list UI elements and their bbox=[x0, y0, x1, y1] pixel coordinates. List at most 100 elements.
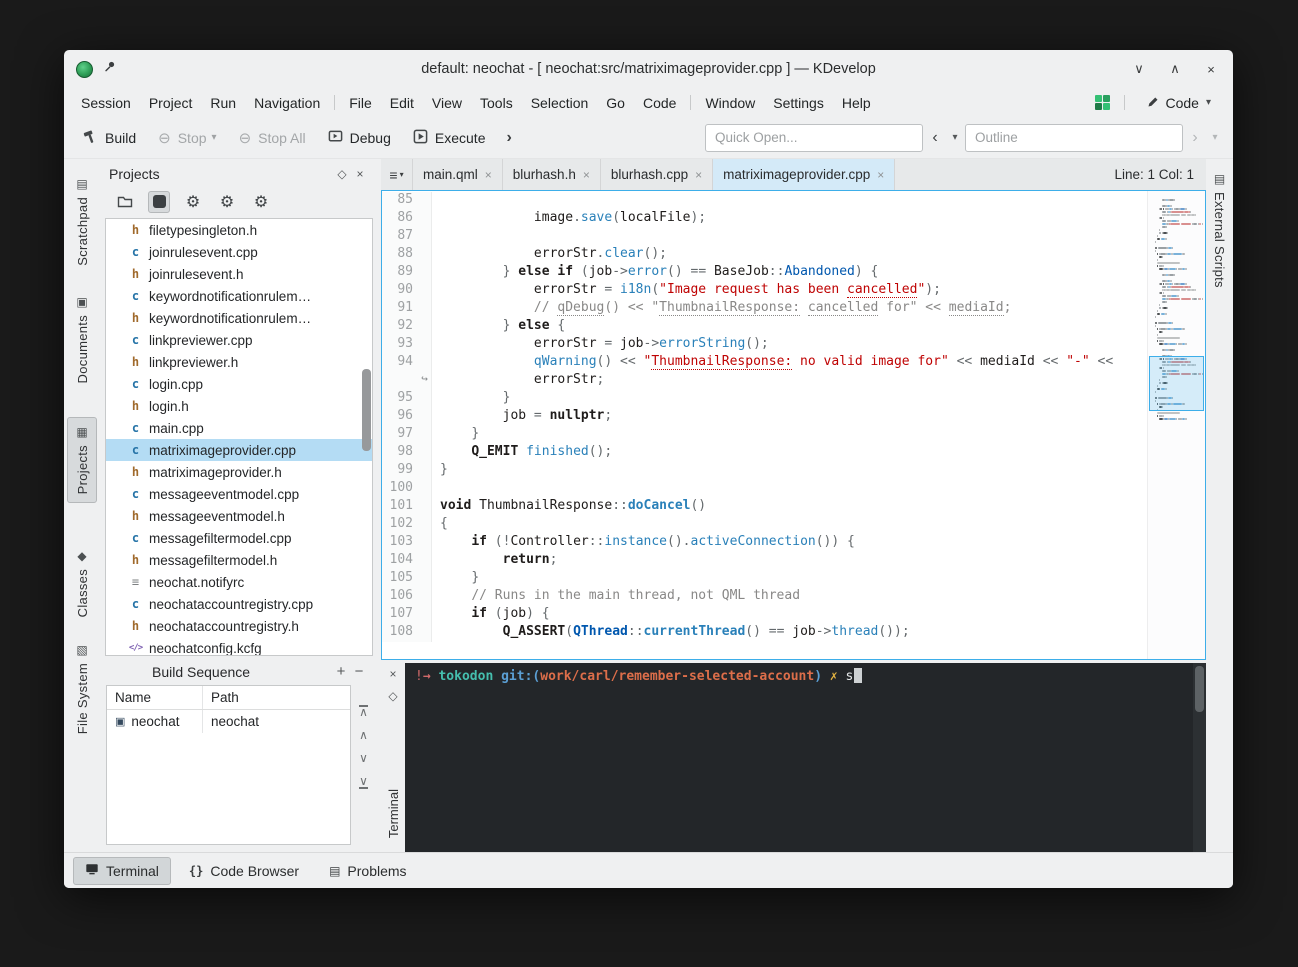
document-switcher-icon[interactable]: ≡▾ bbox=[381, 159, 413, 190]
titlebar[interactable]: default: neochat - [ neochat:src/matrixi… bbox=[64, 50, 1233, 88]
column-header-name[interactable]: Name bbox=[107, 686, 203, 709]
editor-tab-main-qml[interactable]: main.qml× bbox=[413, 159, 503, 190]
working-area-button[interactable]: Code ▾ bbox=[1139, 93, 1220, 113]
file-tree-item[interactable]: hmessageeventmodel.h bbox=[106, 505, 372, 527]
nav-back-icon[interactable]: ‹ bbox=[925, 129, 945, 147]
quick-open-input[interactable] bbox=[705, 124, 923, 152]
dock-tab-projects[interactable]: ▦Projects bbox=[67, 417, 97, 503]
minimap-line bbox=[1155, 304, 1198, 306]
code-editor[interactable]: 8586 image.save(localFile);8788 errorStr… bbox=[381, 190, 1206, 660]
menu-help[interactable]: Help bbox=[833, 92, 880, 114]
add-build-item-icon[interactable]: + bbox=[332, 663, 350, 680]
file-tree-item[interactable]: cmessageeventmodel.cpp bbox=[106, 483, 372, 505]
minimap-viewport[interactable] bbox=[1149, 356, 1204, 411]
dock-tab-file-system[interactable]: ▧File System bbox=[67, 635, 97, 743]
configure-gear-icon[interactable]: ⚙ bbox=[250, 191, 272, 213]
file-tree-item[interactable]: cneochataccountregistry.cpp bbox=[106, 593, 372, 615]
move-down-icon[interactable]: ∨ bbox=[359, 753, 368, 764]
area-switcher-icon[interactable] bbox=[1095, 95, 1110, 110]
file-tree-item[interactable]: ≡neochat.notifyrc bbox=[106, 571, 372, 593]
nav-back-chevron-down-icon[interactable]: ▾ bbox=[947, 132, 963, 143]
dock-tab-classes[interactable]: ◆Classes bbox=[67, 541, 97, 626]
editor-tab-blurhash-h[interactable]: blurhash.h× bbox=[503, 159, 601, 190]
tab-close-icon[interactable]: × bbox=[695, 168, 702, 182]
dock-tab-documents[interactable]: ▣Documents bbox=[67, 287, 97, 392]
move-up-icon[interactable]: ∧ bbox=[359, 730, 368, 741]
toolview-button-problems[interactable]: ▤Problems bbox=[317, 857, 418, 885]
editor-tab-blurhash-cpp[interactable]: blurhash.cpp× bbox=[601, 159, 713, 190]
minimize-button[interactable]: ∨ bbox=[1129, 61, 1149, 77]
nav-forward-icon[interactable]: › bbox=[1185, 129, 1205, 147]
maximize-button[interactable]: ∧ bbox=[1165, 61, 1185, 77]
build-button[interactable]: Build bbox=[74, 123, 145, 153]
table-row[interactable]: ▣neochatneochat bbox=[107, 710, 350, 733]
project-settings-gear-icon[interactable]: ⚙ bbox=[182, 191, 204, 213]
close-panel-icon[interactable]: × bbox=[351, 167, 369, 181]
menu-view[interactable]: View bbox=[423, 92, 471, 114]
pin-icon[interactable] bbox=[103, 60, 116, 78]
file-tree-item[interactable]: cjoinrulesevent.cpp bbox=[106, 241, 372, 263]
dock-tab-scratchpad[interactable]: ▤Scratchpad bbox=[67, 169, 97, 275]
tree-scrollbar[interactable] bbox=[362, 369, 371, 451]
editor-tab-matriximageprovider-cpp[interactable]: matriximageprovider.cpp× bbox=[713, 159, 895, 190]
execute-button[interactable]: Execute bbox=[404, 123, 495, 153]
desktop-background: default: neochat - [ neochat:src/matrixi… bbox=[0, 0, 1298, 967]
menu-session[interactable]: Session bbox=[72, 92, 140, 114]
close-terminal-icon[interactable]: × bbox=[389, 667, 396, 681]
menu-file[interactable]: File bbox=[340, 92, 381, 114]
file-tree-item[interactable]: hlogin.h bbox=[106, 395, 372, 417]
menu-tools[interactable]: Tools bbox=[471, 92, 522, 114]
code-line: ↪ errorStr; bbox=[382, 372, 1147, 390]
menu-navigation[interactable]: Navigation bbox=[245, 92, 329, 114]
toolbar-overflow-icon[interactable]: › bbox=[506, 129, 511, 147]
file-tree-item[interactable]: cmain.cpp bbox=[106, 417, 372, 439]
column-header-path[interactable]: Path bbox=[203, 686, 247, 709]
build-settings-gear-icon[interactable]: ⚙ bbox=[216, 191, 238, 213]
float-terminal-icon[interactable]: ◇ bbox=[388, 689, 397, 703]
stop-all-button[interactable]: ⊖ Stop All bbox=[230, 123, 315, 153]
tab-close-icon[interactable]: × bbox=[485, 168, 492, 182]
file-tree-item[interactable]: hneochataccountregistry.h bbox=[106, 615, 372, 637]
file-tree-item[interactable]: cmatriximageprovider.cpp bbox=[106, 439, 372, 461]
menu-edit[interactable]: Edit bbox=[381, 92, 423, 114]
menu-run[interactable]: Run bbox=[201, 92, 245, 114]
file-tree-item[interactable]: hfiletypesingleton.h bbox=[106, 219, 372, 241]
open-project-folder-icon[interactable] bbox=[114, 191, 136, 213]
close-button[interactable]: × bbox=[1201, 62, 1221, 77]
file-tree-item[interactable]: cmessagefiltermodel.cpp bbox=[106, 527, 372, 549]
debug-button[interactable]: Debug bbox=[319, 123, 400, 153]
remove-build-item-icon[interactable]: − bbox=[350, 663, 368, 680]
file-tree-item[interactable]: ckeywordnotificationrulem… bbox=[106, 285, 372, 307]
move-top-icon[interactable]: ∧ bbox=[359, 705, 368, 718]
file-tree-item[interactable]: hlinkpreviewer.h bbox=[106, 351, 372, 373]
sync-with-editor-icon[interactable] bbox=[148, 191, 170, 213]
terminal-scrollbar[interactable] bbox=[1195, 666, 1204, 712]
file-tree-item[interactable]: hmatriximageprovider.h bbox=[106, 461, 372, 483]
menu-project[interactable]: Project bbox=[140, 92, 202, 114]
menu-go[interactable]: Go bbox=[597, 92, 634, 114]
move-bottom-icon[interactable]: ∨ bbox=[359, 776, 368, 789]
nav-forward-chevron-down-icon[interactable]: ▾ bbox=[1207, 132, 1223, 143]
float-panel-icon[interactable]: ◇ bbox=[333, 167, 351, 181]
file-tree-item[interactable]: </>neochatconfig.kcfg bbox=[106, 637, 372, 656]
menu-code[interactable]: Code bbox=[634, 92, 685, 114]
tab-close-icon[interactable]: × bbox=[877, 168, 884, 182]
terminal-output[interactable]: !→ tokodon git:(work/carl/remember-selec… bbox=[405, 663, 1206, 852]
file-tree-item[interactable]: hkeywordnotificationrulem… bbox=[106, 307, 372, 329]
menu-settings[interactable]: Settings bbox=[764, 92, 833, 114]
file-tree-item[interactable]: hmessagefiltermodel.h bbox=[106, 549, 372, 571]
stop-button[interactable]: ⊖ Stop ▾ bbox=[149, 123, 225, 153]
terminal-scrollbar-track[interactable] bbox=[1193, 663, 1206, 852]
toolview-button-code-browser[interactable]: {}Code Browser bbox=[177, 857, 311, 885]
file-tree-item[interactable]: hjoinrulesevent.h bbox=[106, 263, 372, 285]
minimap[interactable] bbox=[1147, 191, 1205, 659]
menu-window[interactable]: Window bbox=[696, 92, 764, 114]
dock-tab-external-scripts[interactable]: ▤ External Scripts bbox=[1208, 167, 1231, 294]
tab-close-icon[interactable]: × bbox=[583, 168, 590, 182]
code-line: 101void ThumbnailResponse::doCancel() bbox=[382, 498, 1147, 516]
outline-input[interactable] bbox=[965, 124, 1183, 152]
file-tree-item[interactable]: clinkpreviewer.cpp bbox=[106, 329, 372, 351]
file-tree-item[interactable]: clogin.cpp bbox=[106, 373, 372, 395]
toolview-button-terminal[interactable]: Terminal bbox=[73, 857, 171, 885]
menu-selection[interactable]: Selection bbox=[522, 92, 598, 114]
